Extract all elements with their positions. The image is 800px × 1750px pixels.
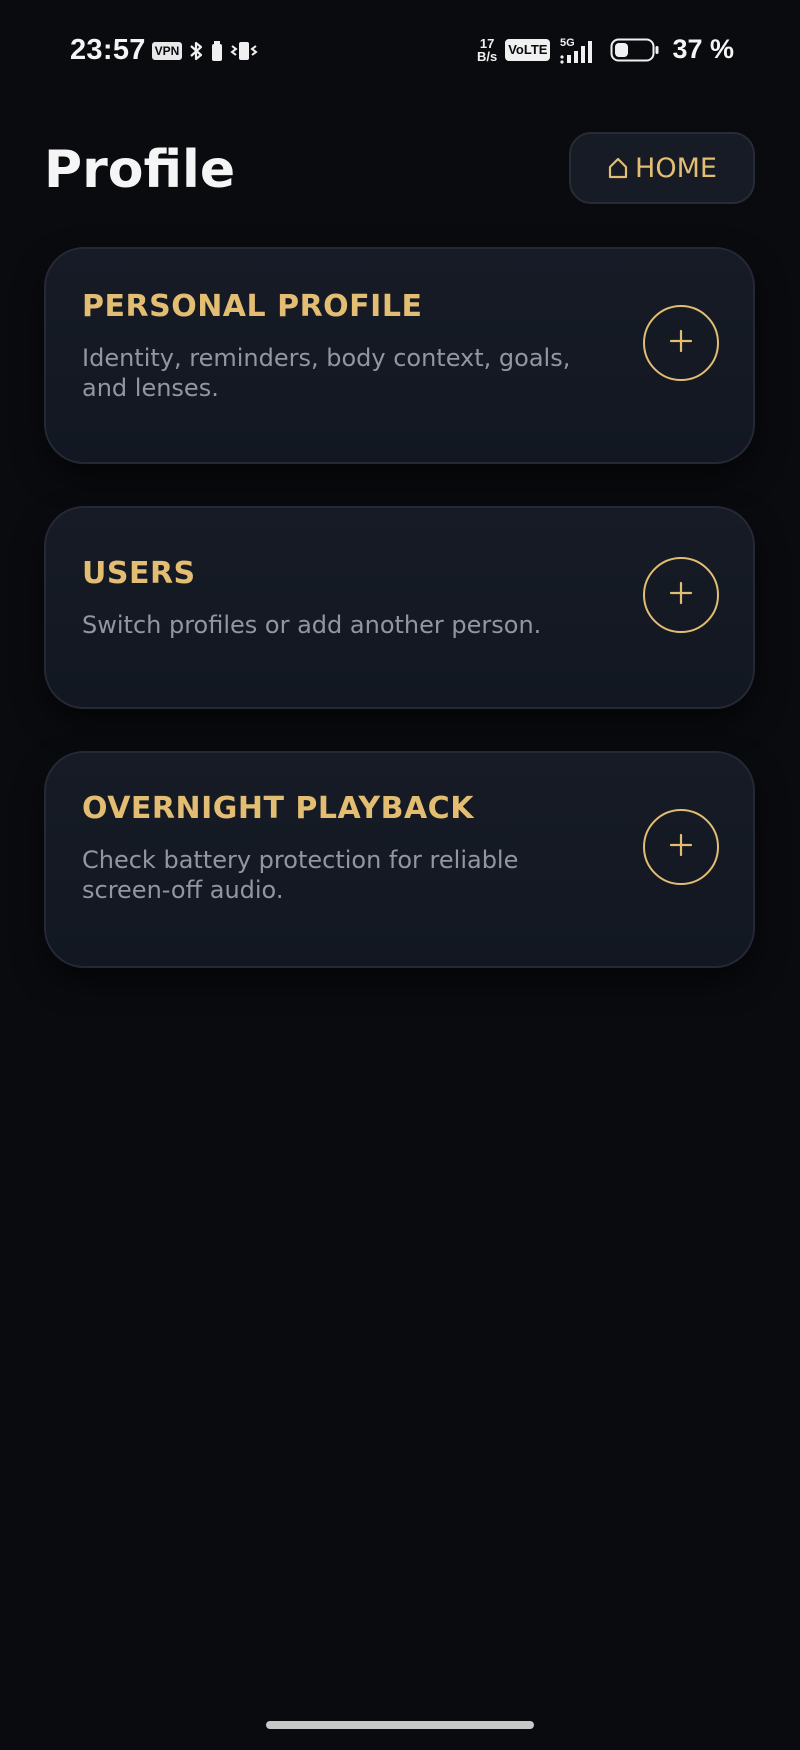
network-type: 5G — [560, 37, 575, 49]
plus-icon — [668, 328, 694, 358]
headset-battery-icon — [210, 39, 224, 63]
plus-icon — [668, 832, 694, 862]
card-title: PERSONAL PROFILE — [82, 289, 423, 324]
expand-users-button[interactable] — [643, 557, 719, 633]
vpn-badge: VPN — [151, 41, 183, 60]
network-speed: 17 B/s — [477, 37, 497, 63]
network-speed-value: 17 — [479, 35, 495, 51]
overnight-playback-card[interactable]: OVERNIGHT PLAYBACK Check battery protect… — [44, 751, 755, 968]
status-time: 23:57 — [70, 34, 146, 66]
volte-badge: VoLTE — [505, 38, 551, 61]
card-description: Identity, reminders, body context, goals… — [82, 344, 571, 402]
card-description: Check battery protection for reliable sc… — [82, 846, 519, 904]
network-speed-unit: B/s — [476, 48, 498, 64]
vibrate-icon — [230, 39, 259, 63]
home-button-label: HOME — [635, 152, 717, 184]
expand-overnight-playback-button[interactable] — [643, 809, 719, 885]
battery-percent: 37 % — [672, 34, 734, 64]
home-indicator[interactable] — [266, 1721, 534, 1729]
status-left: 23:57 VPN — [70, 34, 259, 67]
home-icon — [607, 156, 629, 180]
card-title: USERS — [82, 556, 196, 591]
bluetooth-icon — [188, 39, 204, 63]
expand-personal-profile-button[interactable] — [643, 305, 719, 381]
status-right: 17 B/s VoLTE 5G 37 % — [477, 34, 734, 65]
users-card[interactable]: USERS Switch profiles or add another per… — [44, 506, 755, 709]
signal-icon: 5G — [558, 36, 602, 64]
battery-icon — [610, 37, 660, 63]
card-description: Switch profiles or add another person. — [82, 611, 542, 639]
home-button[interactable]: HOME — [569, 132, 755, 204]
card-title: OVERNIGHT PLAYBACK — [82, 791, 474, 826]
personal-profile-card[interactable]: PERSONAL PROFILE Identity, reminders, bo… — [44, 247, 755, 464]
plus-icon — [668, 580, 694, 610]
status-bar: 23:57 VPN 17 B/s VoLTE 5G 37 % — [0, 0, 800, 104]
page-title: Profile — [44, 140, 236, 200]
